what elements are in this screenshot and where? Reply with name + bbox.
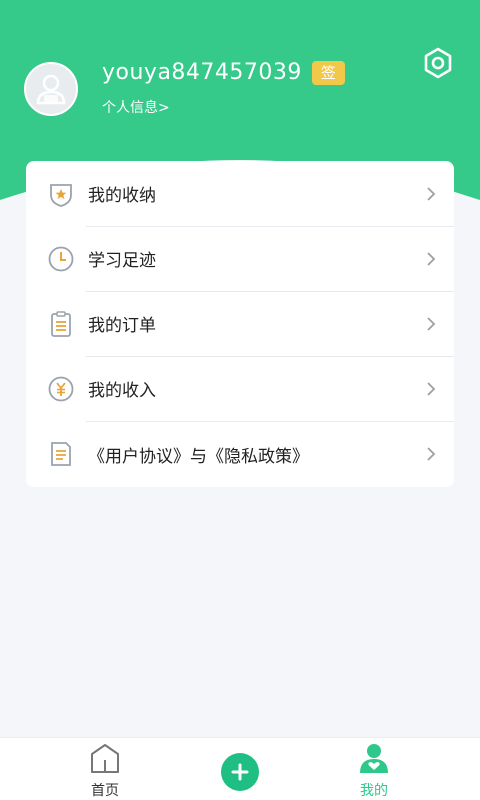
settings-hexagon-icon — [424, 47, 452, 79]
yen-coin-icon — [46, 374, 76, 404]
bottom-tab-bar: 首页 我的 — [0, 737, 480, 800]
document-icon — [46, 439, 76, 469]
tab-label: 首页 — [91, 783, 119, 799]
tab-home[interactable]: 首页 — [60, 742, 150, 800]
clock-icon — [46, 244, 76, 274]
menu-item-favorites[interactable]: 我的收纳 — [26, 161, 454, 226]
menu-item-history[interactable]: 学习足迹 — [26, 226, 454, 291]
menu-item-label: 我的订单 — [88, 316, 156, 336]
avatar[interactable] — [24, 61, 78, 116]
profile-text: youya847457039 签 个人信息> — [102, 60, 345, 117]
tab-label: 我的 — [360, 783, 388, 799]
profile-header: youya847457039 签 个人信息> — [24, 60, 345, 117]
menu-card: 我的收纳 学习足迹 我的订单 我的收入 《用户协议》与《隐私政策》 — [26, 161, 454, 487]
menu-item-label: 我的收入 — [88, 381, 156, 401]
shield-star-icon — [46, 179, 76, 209]
tab-mine[interactable]: 我的 — [329, 742, 419, 800]
menu-item-orders[interactable]: 我的订单 — [26, 291, 454, 356]
personal-info-link[interactable]: 个人信息> — [102, 97, 170, 117]
plus-icon — [231, 763, 249, 781]
menu-item-label: 学习足迹 — [88, 251, 156, 271]
settings-button[interactable] — [421, 46, 455, 80]
chevron-right-icon — [427, 251, 436, 266]
chevron-right-icon — [427, 316, 436, 331]
sign-in-badge[interactable]: 签 — [311, 60, 345, 85]
add-button[interactable] — [221, 753, 259, 791]
chevron-right-icon — [427, 447, 436, 461]
clipboard-icon — [46, 309, 76, 339]
menu-item-label: 我的收纳 — [88, 186, 156, 206]
username: youya847457039 — [102, 60, 302, 85]
home-icon — [91, 744, 119, 773]
chevron-right-icon — [427, 186, 436, 201]
user-heart-icon — [360, 744, 388, 773]
chevron-right-icon — [427, 381, 436, 396]
menu-item-label: 《用户协议》与《隐私政策》 — [88, 446, 309, 467]
menu-item-income[interactable]: 我的收入 — [26, 356, 454, 421]
user-avatar-icon — [36, 74, 66, 104]
menu-item-agreements[interactable]: 《用户协议》与《隐私政策》 — [26, 421, 454, 487]
